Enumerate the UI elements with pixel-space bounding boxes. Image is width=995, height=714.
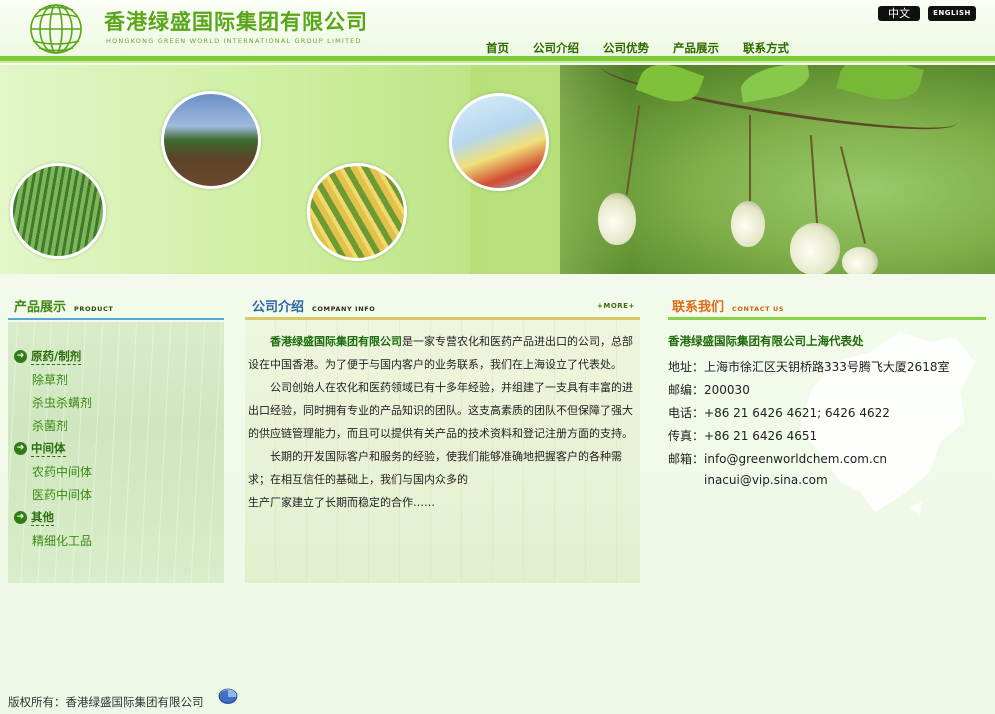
address-value: 上海市徐汇区天钥桥路333号腾飞大厦2618室 [704,360,950,374]
brand-name: 香港绿盛国际集团有限公司 [270,335,402,348]
email-link-1[interactable]: info@greenworldchem.com.cn [704,452,887,466]
lang-chinese-button[interactable]: 中文 [878,6,920,21]
pie-chart-icon [218,688,238,704]
contact-zip: 邮编：200030 [668,381,750,398]
products-divider [8,318,224,320]
zip-value: 200030 [704,383,750,397]
contact-email: 邮箱：info@greenworldchem.com.cn [668,450,887,467]
about-title: 公司介绍 [252,300,305,315]
about-panel: 香港绿盛国际集团有限公司是一家专营农化和医药产品进出口的公司，总部设在中国香港。… [245,320,640,583]
arrow-circle-icon: ➔ [14,350,27,363]
about-paragraph-3-end: 生产厂家建立了长期而稳定的合作…… [248,496,435,509]
product-fungicide-link[interactable]: 杀菌剂 [32,417,68,434]
page: 香港绿盛国际集团有限公司 HONGKONG GREEN WORLD INTERN… [0,0,995,714]
products-title-en: PRODUCT [74,305,114,313]
product-agro-intermediate-link[interactable]: 农药中间体 [32,463,92,480]
email-link-2[interactable]: inacui@vip.sina.com [704,473,828,487]
product-insecticide-link[interactable]: 杀虫杀螨剂 [32,394,92,411]
about-paragraph-2: 公司创始人在农化和医药领域已有十多年经验，并组建了一支具有丰富的进出口经验，同时… [248,376,638,445]
address-label: 地址： [668,360,705,374]
banner [0,65,995,274]
more-link[interactable]: +MORE+ [597,302,635,310]
about-title-en: COMPANY INFO [312,305,376,313]
nav-contact[interactable]: 联系方式 [743,40,789,56]
nav-products[interactable]: 产品展示 [673,40,719,56]
category-label: 原药/制剂 [31,349,82,365]
nav-company-advantage[interactable]: 公司优势 [603,40,649,56]
category-intermediate[interactable]: ➔ 中间体 [14,440,66,457]
stem-image [749,115,751,207]
contact-tel: 电话：+86 21 6426 4621; 6426 4622 [668,404,890,421]
contact-title: 联系我们 [672,300,725,315]
about-paragraph-2-text: 公司创始人在农化和医药领域已有十多年经验，并组建了一支具有丰富的进出口经验，同时… [248,381,633,440]
main-nav: 首页 公司介绍 公司优势 产品展示 联系方式 [486,40,813,56]
contact-fax: 传真：+86 21 6426 4651 [668,427,817,444]
product-pharma-intermediate-link[interactable]: 医药中间体 [32,486,92,503]
seed-image [790,223,840,274]
rice-field-image [10,163,106,259]
seed-image [731,201,765,247]
seed-image [842,247,878,274]
header: 香港绿盛国际集团有限公司 HONGKONG GREEN WORLD INTERN… [0,0,995,58]
arrow-circle-icon: ➔ [14,511,27,524]
fax-value: +86 21 6426 4651 [704,429,818,443]
lang-english-button[interactable]: ENGLISH [928,6,976,21]
footer-copyright: 版权所有：香港绿盛国际集团有限公司 [8,695,204,709]
tel-value: +86 21 6426 4621; 6426 4622 [704,406,890,420]
category-other[interactable]: ➔ 其他 [14,509,54,526]
corn-image [307,163,407,261]
category-label: 其他 [31,510,54,526]
about-paragraph-3-text: 长期的开发国际客户和服务的经验，使我们能够准确地把握客户的各种需求；在相互信任的… [248,450,622,486]
seed-image [598,193,636,245]
lab-flask-image [449,93,549,191]
contact-divider [668,317,986,320]
tel-label: 电话： [668,406,705,420]
category-raw-formulation[interactable]: ➔ 原药/制剂 [14,348,82,365]
product-herbicide-link[interactable]: 除草剂 [32,371,68,388]
harvester-image [161,91,261,189]
zip-label: 邮编： [668,383,705,397]
about-paragraph-3: 长期的开发国际客户和服务的经验，使我们能够准确地把握客户的各种需求；在相互信任的… [248,445,638,491]
products-title: 产品展示 [14,300,67,315]
category-label: 中间体 [31,441,66,457]
office-name: 香港绿盛国际集团有限公司上海代表处 [668,334,864,348]
company-name: 香港绿盛国际集团有限公司 [104,10,368,34]
about-paragraph-1: 香港绿盛国际集团有限公司是一家专营农化和医药产品进出口的公司，总部设在中国香港。… [248,330,638,376]
nav-company-intro[interactable]: 公司介绍 [533,40,579,56]
header-divider-light [0,61,995,63]
nav-home[interactable]: 首页 [486,40,509,56]
fax-label: 传真： [668,429,705,443]
about-text: 香港绿盛国际集团有限公司是一家专营农化和医药产品进出口的公司，总部设在中国香港。… [248,330,638,514]
globe-logo-icon [30,4,82,54]
products-panel: ➔ 原药/制剂 除草剂 杀虫杀螨剂 杀菌剂 ➔ 中间体 农药中间体 医药中间体 … [8,322,224,583]
email-label: 邮箱： [668,452,705,466]
product-fine-chemicals-link[interactable]: 精细化工品 [32,532,92,549]
company-name-en: HONGKONG GREEN WORLD INTERNATIONAL GROUP… [106,37,362,45]
arrow-circle-icon: ➔ [14,442,27,455]
contact-title-en: CONTACT US [732,305,785,313]
contact-address: 地址：上海市徐汇区天钥桥路333号腾飞大厦2618室 [668,358,949,375]
